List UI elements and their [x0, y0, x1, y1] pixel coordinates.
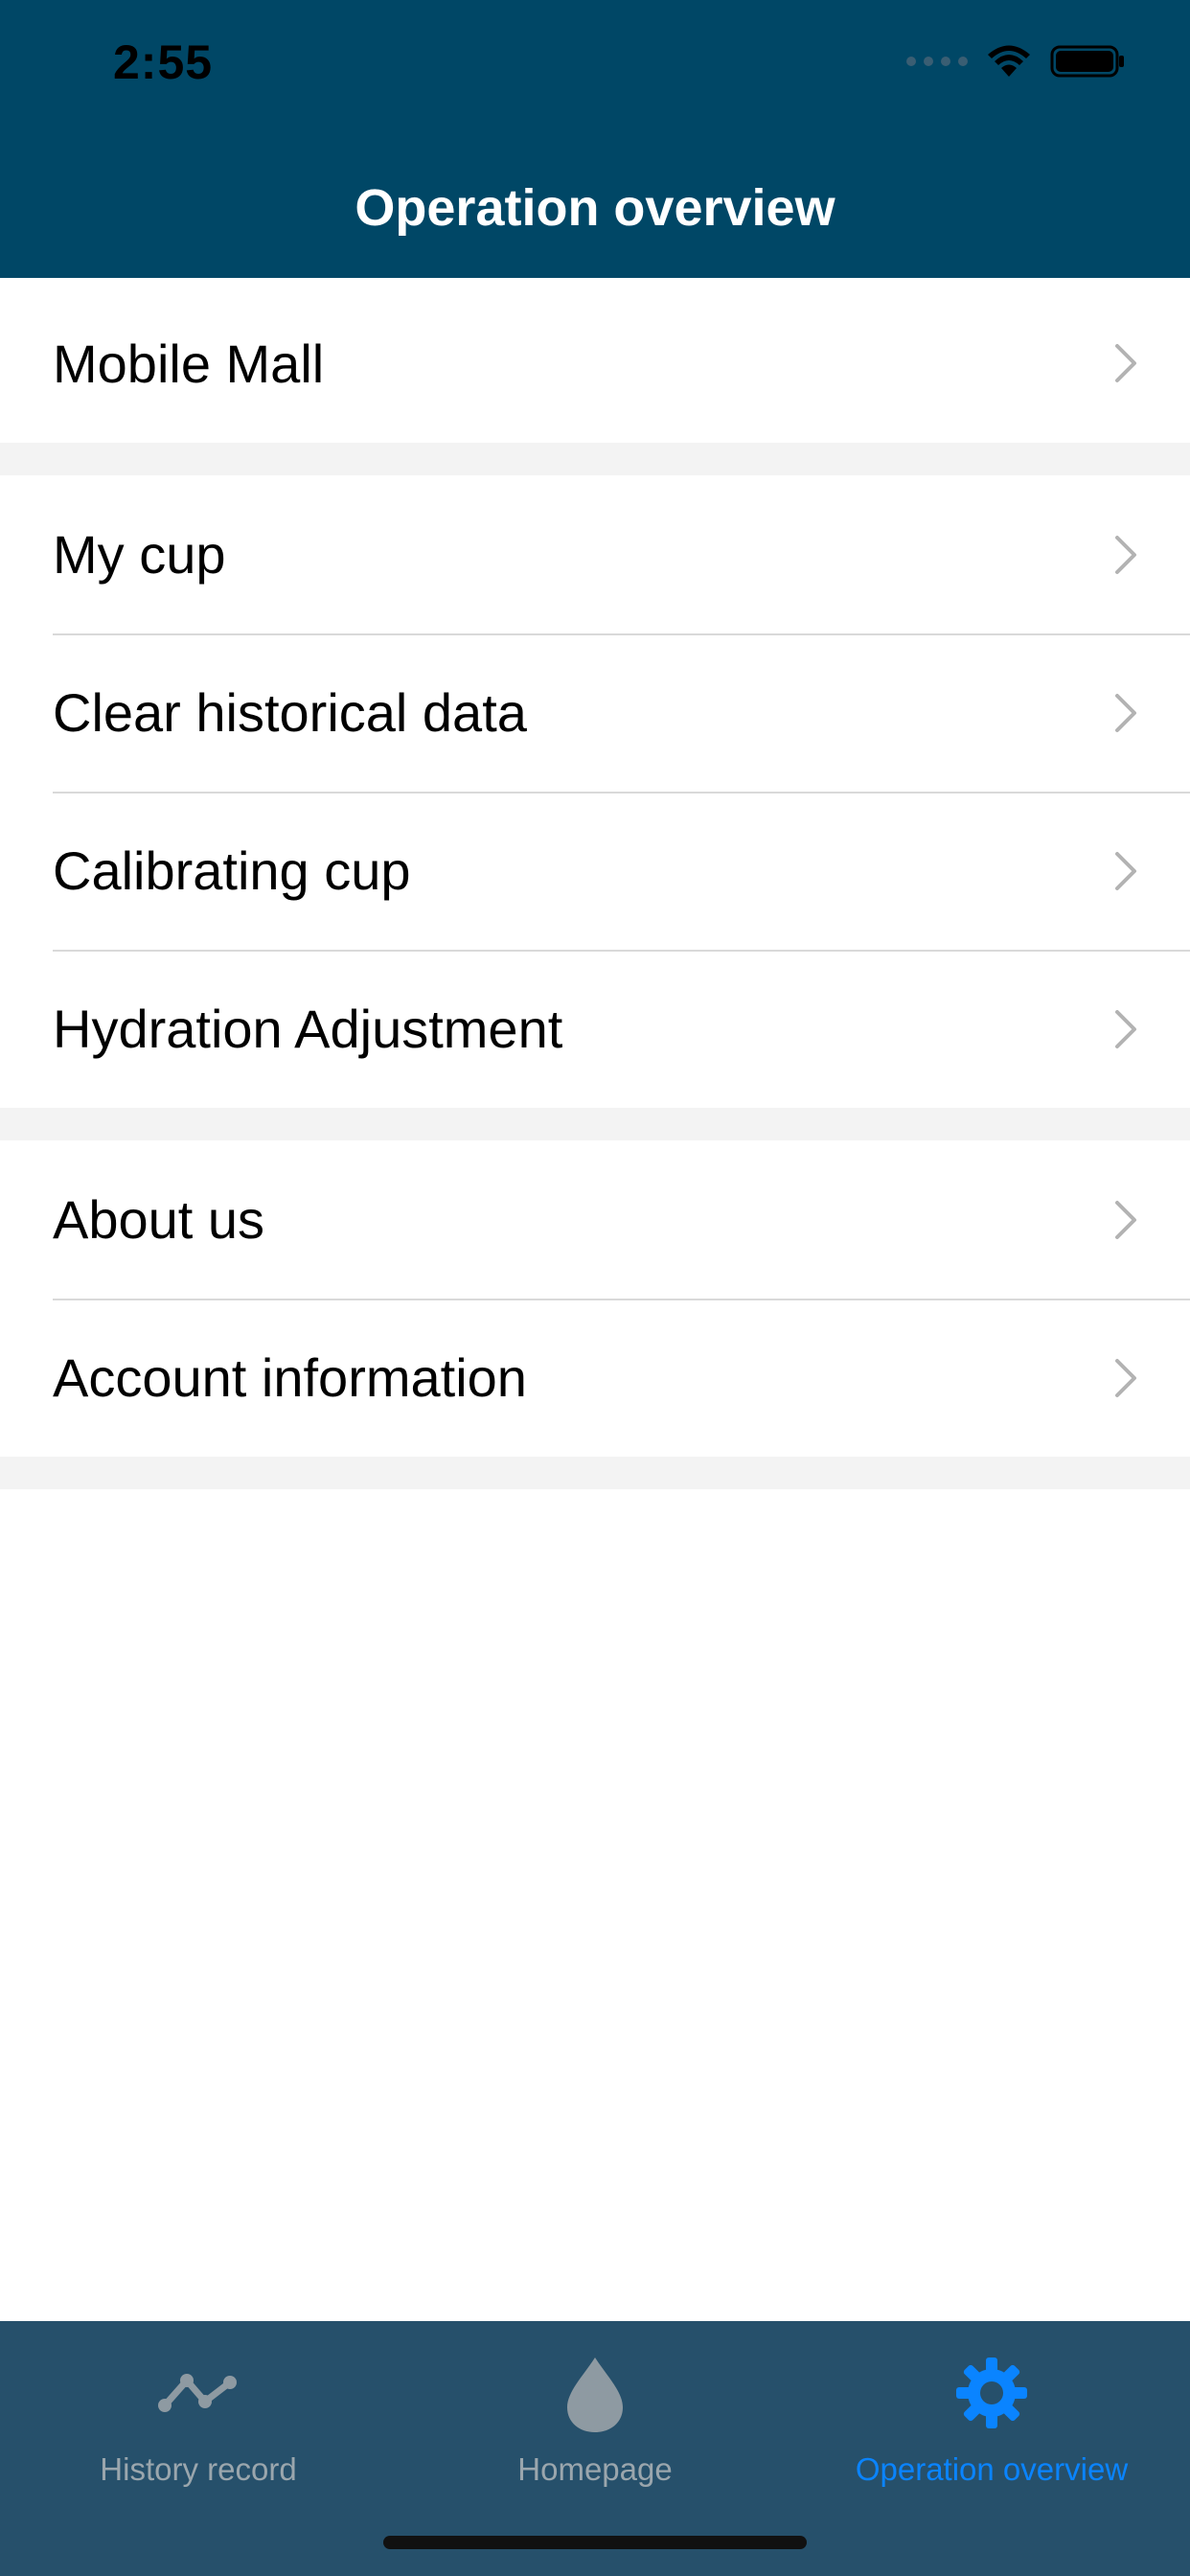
- tab-operation-overview[interactable]: Operation overview: [793, 2321, 1190, 2513]
- menu-item-label: Calibrating cup: [53, 840, 411, 901]
- section-separator: [0, 1457, 1190, 1489]
- menu-item-account-information[interactable]: Account information: [0, 1299, 1190, 1457]
- menu-item-mobile-mall[interactable]: Mobile Mall: [0, 284, 1190, 443]
- chevron-right-icon: [1115, 851, 1136, 890]
- section-separator: [0, 443, 1190, 475]
- page-title: Operation overview: [355, 179, 835, 237]
- chevron-right-icon: [1115, 535, 1136, 574]
- menu-item-label: Clear historical data: [53, 682, 527, 743]
- tab-label: Homepage: [517, 2451, 673, 2487]
- menu-item-label: My cup: [53, 524, 226, 585]
- tab-label: Operation overview: [855, 2451, 1129, 2487]
- menu-item-my-cup[interactable]: My cup: [0, 475, 1190, 633]
- wifi-icon: [988, 45, 1030, 77]
- chevron-right-icon: [1115, 1358, 1136, 1397]
- gear-icon: [956, 2358, 1027, 2428]
- menu-item-label: Hydration Adjustment: [53, 999, 563, 1059]
- menu-group-3: About us Account information: [0, 1140, 1190, 1457]
- menu-item-label: Mobile Mall: [53, 333, 325, 394]
- tab-label: History record: [100, 2451, 297, 2487]
- section-separator: [0, 1108, 1190, 1140]
- chevron-right-icon: [1115, 693, 1136, 732]
- home-indicator: [383, 2536, 807, 2549]
- navigation-header: 2:55 Operation overview: [0, 0, 1190, 278]
- status-time: 2:55: [113, 35, 214, 89]
- chevron-right-icon: [1115, 1200, 1136, 1239]
- tab-homepage[interactable]: Homepage: [397, 2321, 793, 2513]
- tab-history-record[interactable]: History record: [0, 2321, 397, 2513]
- water-drop-icon: [567, 2358, 623, 2432]
- menu-item-clear-historical-data[interactable]: Clear historical data: [0, 633, 1190, 792]
- menu-item-label: About us: [53, 1189, 265, 1250]
- menu-item-label: Account information: [53, 1347, 527, 1408]
- menu-group-2: My cup Clear historical data Calibrating…: [0, 475, 1190, 1108]
- status-icons: [906, 44, 1127, 79]
- menu-item-hydration-adjustment[interactable]: Hydration Adjustment: [0, 950, 1190, 1108]
- cellular-signal-icon: [906, 57, 968, 66]
- settings-list: Mobile Mall My cup Clear historical data…: [0, 284, 1190, 1489]
- menu-item-about-us[interactable]: About us: [0, 1140, 1190, 1299]
- menu-item-calibrating-cup[interactable]: Calibrating cup: [0, 792, 1190, 950]
- menu-group-1: Mobile Mall: [0, 284, 1190, 443]
- screen: 2:55 Operation overview Mobile Mall My c…: [0, 0, 1190, 2576]
- battery-icon: [1050, 45, 1124, 78]
- chevron-right-icon: [1115, 344, 1136, 382]
- chevron-right-icon: [1115, 1009, 1136, 1048]
- line-chart-icon: [158, 2374, 237, 2412]
